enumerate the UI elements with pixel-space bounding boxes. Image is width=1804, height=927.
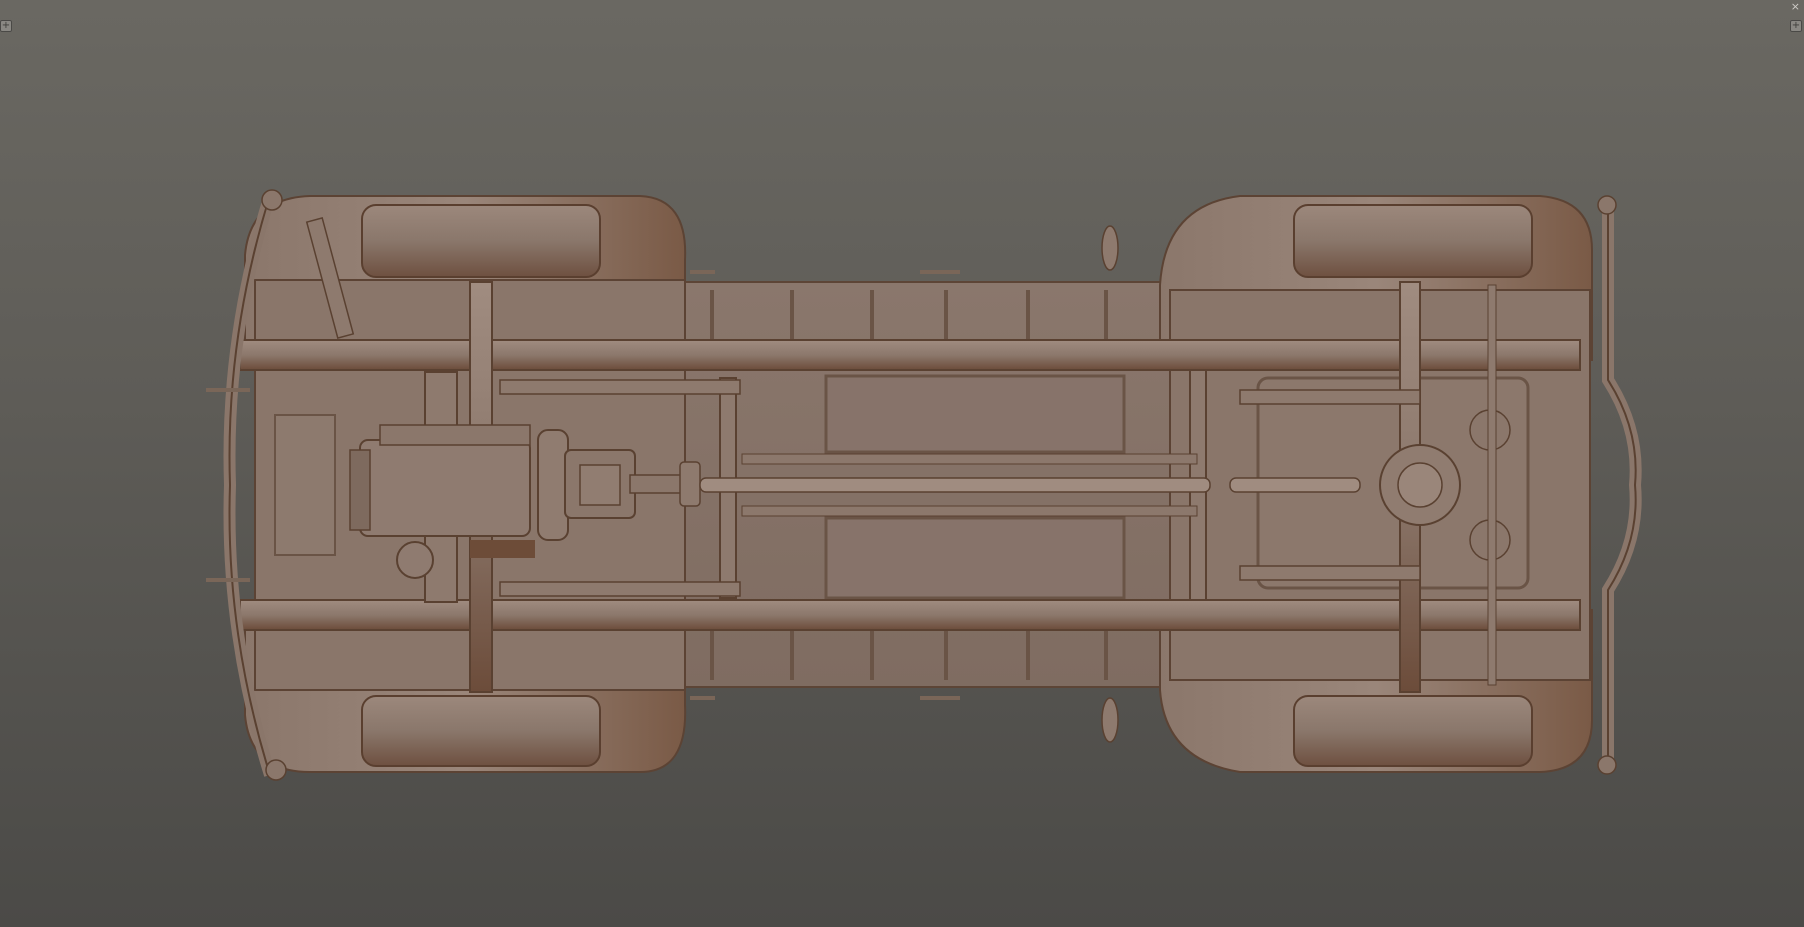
truck-chassis-model[interactable] xyxy=(0,0,1804,927)
rear-bumper xyxy=(1597,195,1642,775)
rear-fenders xyxy=(1159,195,1593,773)
3d-viewport[interactable]: + + × xyxy=(0,0,1804,927)
